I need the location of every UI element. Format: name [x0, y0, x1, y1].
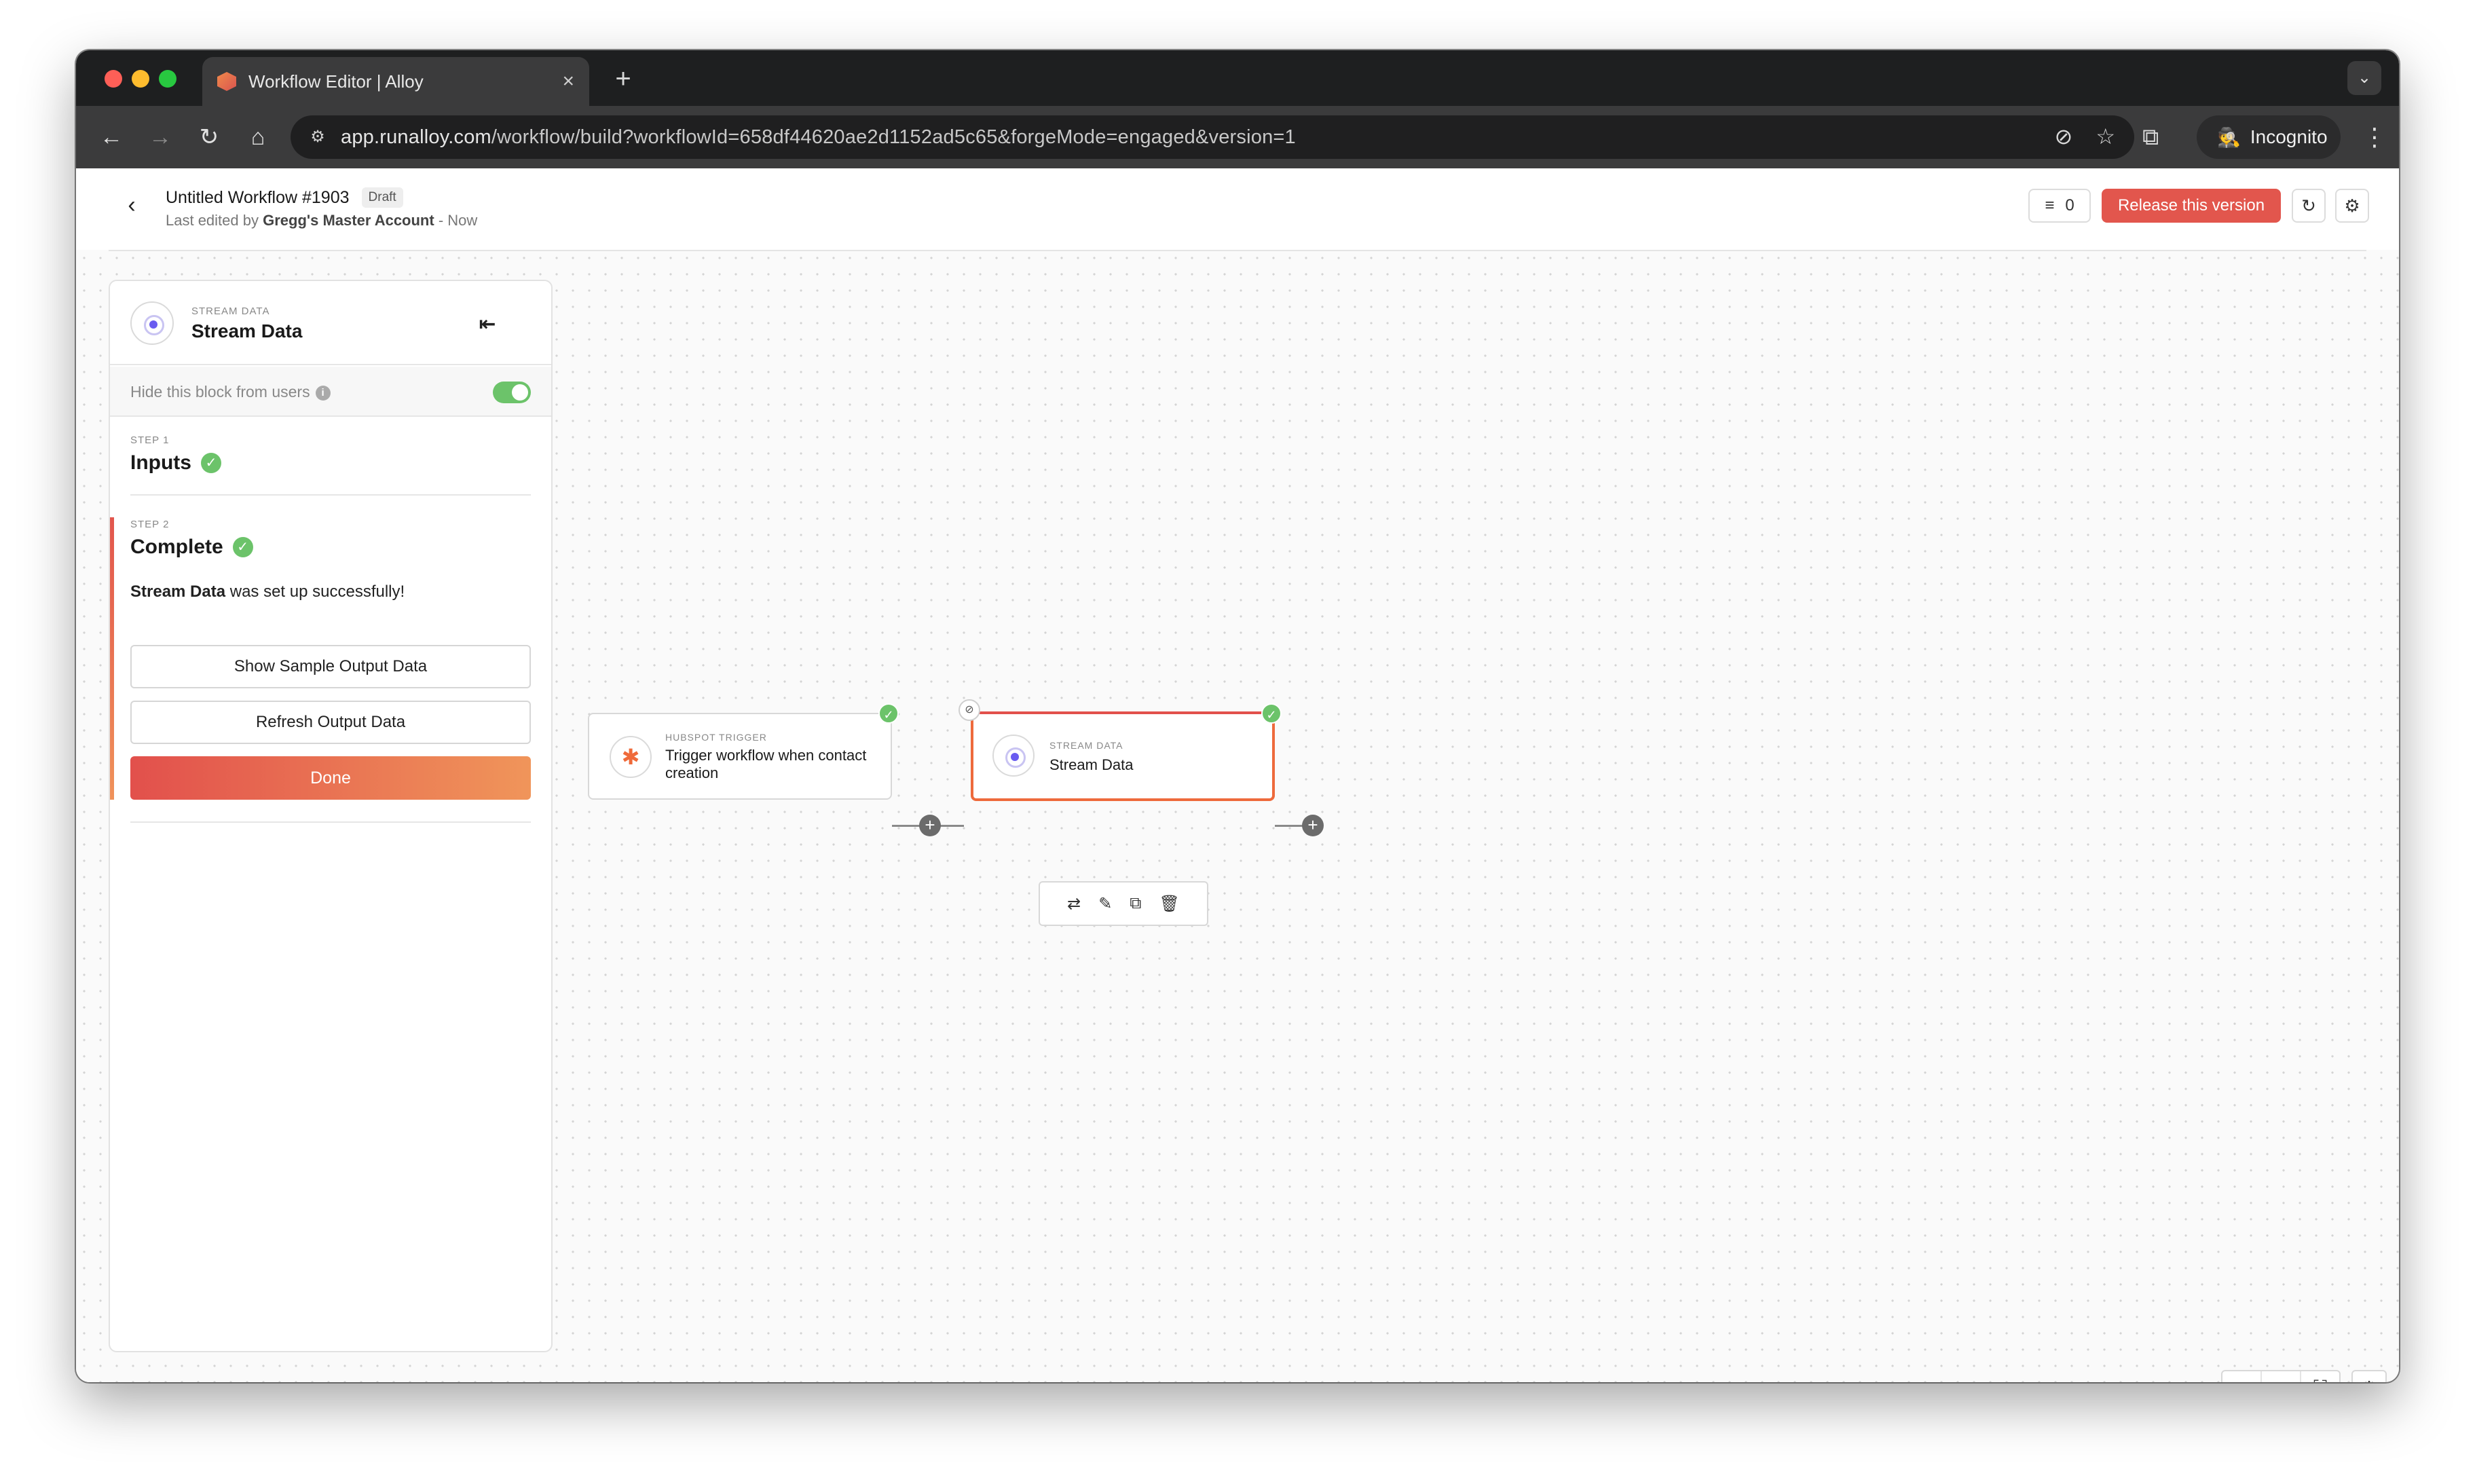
maximize-window-button[interactable]: [159, 70, 176, 88]
site-info-icon[interactable]: ⚙: [304, 124, 331, 151]
incognito-icon: 🕵: [2217, 126, 2241, 148]
hide-block-row: Hide this block from users i: [110, 367, 551, 417]
node-toolbar: ⇄ ✎ ⧉ 🗑: [1039, 881, 1208, 926]
node-title: Trigger workflow when contact creation: [665, 747, 867, 781]
block-config-panel: STREAM DATA Stream Data ⇤ Hide this bloc…: [109, 280, 553, 1352]
list-icon: ≡: [2045, 196, 2055, 215]
header-divider: [109, 250, 2366, 251]
last-edited-prefix: Last edited by: [166, 212, 263, 229]
incognito-badge[interactable]: 🕵 Incognito: [2197, 115, 2341, 159]
hide-block-text: Hide this block from users: [130, 383, 310, 401]
step-1-kicker: STEP 1: [130, 434, 170, 446]
settings-gear-icon[interactable]: ⚙: [2335, 189, 2369, 223]
url-host: app.runalloy.com: [341, 126, 491, 148]
tab-search-chevron-icon[interactable]: ⌄: [2347, 61, 2381, 95]
canvas-settings-gear-icon[interactable]: ⚙: [2351, 1370, 2387, 1382]
zoom-controls: + − ⛶: [2221, 1370, 2341, 1382]
minimize-window-button[interactable]: [132, 70, 149, 88]
hubspot-trigger-node[interactable]: HUBSPOT TRIGGER Trigger workflow when co…: [588, 713, 892, 800]
panel-kicker: STREAM DATA: [191, 305, 270, 317]
add-step-button[interactable]: +: [1302, 815, 1324, 836]
draft-badge: Draft: [361, 187, 403, 208]
panel-title: Stream Data: [191, 320, 303, 341]
hide-block-label: Hide this block from users i: [130, 383, 331, 401]
connector-edge: [1275, 825, 1305, 827]
step-1-title-row: Inputs ✓: [130, 451, 221, 475]
url-path: /workflow/build?workflowId=658df44620ae2…: [491, 126, 1296, 148]
hidden-eye-icon[interactable]: ⊘: [959, 699, 980, 721]
incognito-label: Incognito: [2250, 126, 2328, 147]
collapse-panel-icon[interactable]: ⇤: [472, 310, 502, 339]
node-kicker: STREAM DATA: [1049, 740, 1123, 751]
logs-count: 0: [2065, 196, 2074, 215]
stream-data-icon: [992, 735, 1035, 777]
complete-check-icon: ✓: [878, 703, 899, 724]
info-icon[interactable]: i: [315, 385, 331, 401]
reload-icon[interactable]: ↻: [193, 121, 225, 153]
add-step-button[interactable]: +: [919, 815, 941, 836]
last-edited-suffix: - Now: [434, 212, 478, 229]
extensions-icon[interactable]: ⧉: [2142, 121, 2159, 153]
complete-check-icon: ✓: [1261, 703, 1282, 724]
new-tab-button[interactable]: +: [607, 62, 639, 95]
tab-bar: Workflow Editor | Alloy × + ⌄: [76, 50, 2399, 106]
stream-data-node[interactable]: STREAM DATA Stream Data: [971, 711, 1275, 801]
workflow-title[interactable]: Untitled Workflow #1903: [166, 188, 350, 208]
last-edited-text: Last edited by Gregg's Master Account - …: [166, 212, 477, 229]
node-title: Stream Data: [1049, 756, 1134, 773]
success-block-name: Stream Data: [130, 582, 226, 601]
hide-block-toggle[interactable]: [493, 382, 531, 403]
back-icon[interactable]: ←: [95, 121, 128, 153]
zoom-in-button[interactable]: +: [2222, 1371, 2262, 1382]
step-divider: [130, 494, 531, 496]
back-arrow-icon[interactable]: ‹: [117, 190, 147, 220]
workflow-canvas[interactable]: ‹ Untitled Workflow #1903 Draft Last edi…: [76, 168, 2399, 1382]
desktop: Workflow Editor | Alloy × + ⌄ ← → ↻ ⌂ ⚙ …: [0, 0, 2475, 1484]
step-1-title: Inputs: [130, 451, 191, 474]
stream-data-icon: [130, 301, 174, 345]
delete-icon[interactable]: 🗑: [1159, 894, 1179, 914]
last-edited-user: Gregg's Master Account: [263, 212, 434, 229]
tab-close-icon[interactable]: ×: [562, 70, 574, 93]
panel-header: STREAM DATA Stream Data ⇤: [110, 281, 551, 365]
eye-off-icon[interactable]: ⊘: [2055, 124, 2073, 149]
address-bar[interactable]: ⚙ app.runalloy.com/workflow/build?workfl…: [291, 115, 2134, 159]
duplicate-icon[interactable]: ⧉: [1130, 894, 1141, 913]
hubspot-icon: [610, 736, 652, 778]
node-kicker: HUBSPOT TRIGGER: [665, 732, 767, 743]
edit-icon[interactable]: ✎: [1098, 894, 1112, 914]
workflow-title-row: Untitled Workflow #1903 Draft: [166, 187, 403, 208]
star-icon[interactable]: ☆: [2096, 124, 2115, 149]
zoom-out-button[interactable]: −: [2262, 1371, 2301, 1382]
step-2-title-row: Complete ✓: [130, 536, 253, 559]
forward-icon[interactable]: →: [144, 121, 176, 153]
check-icon: ✓: [201, 453, 221, 473]
show-sample-output-button[interactable]: Show Sample Output Data: [130, 645, 531, 688]
step-2-title: Complete: [130, 536, 223, 558]
browser-toolbar: ← → ↻ ⌂ ⚙ app.runalloy.com/workflow/buil…: [76, 106, 2399, 168]
home-icon[interactable]: ⌂: [242, 121, 274, 153]
close-window-button[interactable]: [105, 70, 122, 88]
browser-tab[interactable]: Workflow Editor | Alloy ×: [202, 57, 589, 106]
fullscreen-icon[interactable]: ⛶: [2301, 1371, 2339, 1382]
browser-window: Workflow Editor | Alloy × + ⌄ ← → ↻ ⌂ ⚙ …: [76, 50, 2399, 1382]
swap-icon[interactable]: ⇄: [1067, 894, 1081, 914]
success-text: was set up successfully!: [225, 582, 405, 601]
kebab-menu-icon[interactable]: ⋮: [2361, 121, 2388, 153]
release-version-button[interactable]: Release this version: [2102, 189, 2281, 223]
panel-divider: [130, 821, 531, 823]
step-2-kicker: STEP 2: [130, 519, 170, 530]
history-icon[interactable]: ↻: [2292, 189, 2326, 223]
app-header: ‹ Untitled Workflow #1903 Draft Last edi…: [76, 168, 2399, 250]
alloy-favicon-icon: [217, 72, 236, 91]
done-button[interactable]: Done: [130, 756, 531, 800]
logs-count-button[interactable]: ≡ 0: [2028, 189, 2091, 223]
step-1[interactable]: STEP 1 Inputs ✓: [130, 434, 221, 475]
step-2: STEP 2 Complete ✓: [130, 519, 253, 559]
tab-title: Workflow Editor | Alloy: [248, 71, 424, 92]
refresh-output-button[interactable]: Refresh Output Data: [130, 701, 531, 744]
check-icon: ✓: [232, 537, 253, 557]
success-message: Stream Data was set up successfully!: [130, 582, 405, 601]
active-step-indicator: [110, 517, 114, 800]
